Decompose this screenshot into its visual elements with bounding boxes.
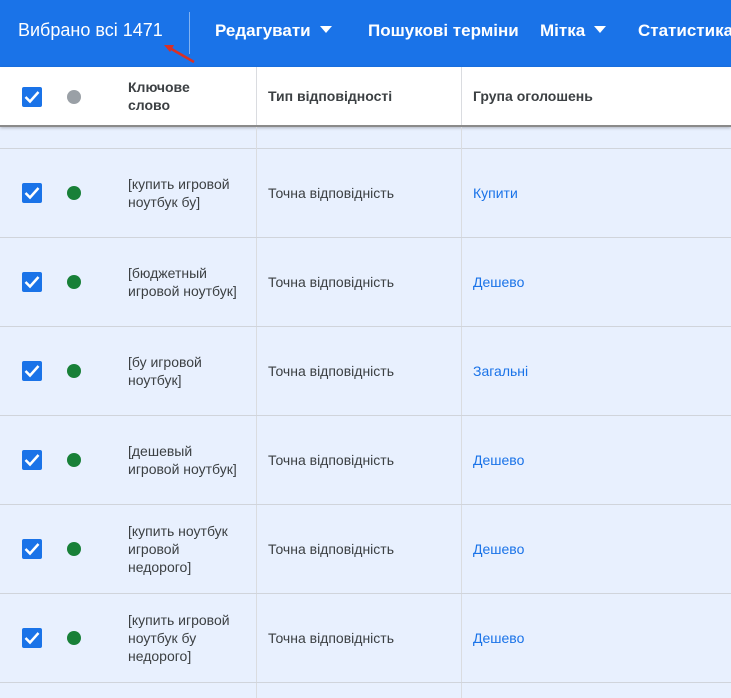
table-row[interactable]: [купить игровой ноутбук бу] Точна відпові… [0, 149, 731, 238]
keyword-text: [купить ноутбук игровой недорого] [128, 523, 228, 575]
row-checkbox[interactable] [22, 183, 42, 203]
keyword-text: [купить игровой ноутбук бу недорого] [128, 612, 230, 664]
ad-group-link[interactable]: Дешево [473, 541, 524, 557]
status-enabled-dot [67, 631, 81, 645]
row-checkbox[interactable] [22, 272, 42, 292]
row-checkbox[interactable] [22, 628, 42, 648]
toolbar-divider [189, 12, 190, 54]
match-type-text: Точна відповідність [268, 274, 394, 290]
checkmark-icon [24, 454, 40, 467]
label-menu-button[interactable]: Мітка [540, 21, 607, 41]
checkmark-icon [24, 187, 40, 200]
select-all-checkbox[interactable] [22, 87, 42, 107]
edit-menu-button[interactable]: Редагувати [215, 21, 332, 41]
table-row[interactable]: [бу игровой ноутбук] Точна відповідність З… [0, 327, 731, 416]
match-type-text: Точна відповідність [268, 363, 394, 379]
table-header: Ключове слово Тип відповідності Група ог… [0, 67, 731, 127]
keyword-text: [дешевый игровой ноутбук] [128, 443, 237, 477]
checkmark-icon [24, 276, 40, 289]
keyword-text: [бу игровой ноутбук] [128, 354, 202, 388]
statistics-button[interactable]: Статистика [638, 21, 731, 41]
search-terms-label: Пошукові терміни [368, 21, 519, 40]
status-enabled-dot [67, 542, 81, 556]
table-row[interactable]: [купить игровой ноутбук бу недорого] Точн… [0, 594, 731, 683]
status-enabled-dot [67, 364, 81, 378]
chevron-down-icon [594, 26, 607, 34]
match-type-text: Точна відповідність [268, 541, 394, 557]
search-terms-button[interactable]: Пошукові терміни [368, 21, 519, 41]
keyword-text: [бюджетный игровой ноутбук] [128, 265, 237, 299]
status-header-dot [67, 90, 81, 104]
ad-group-link[interactable]: Дешево [473, 630, 524, 646]
match-type-column-header[interactable]: Тип відповідності [268, 87, 392, 105]
table-row-partial [0, 127, 731, 149]
checkmark-icon [24, 543, 40, 556]
selection-toolbar: Вибрано всі 1471 Редагувати Пошукові тер… [0, 0, 731, 67]
row-checkbox[interactable] [22, 539, 42, 559]
match-type-text: Точна відповідність [268, 630, 394, 646]
annotation-arrow-icon [164, 45, 195, 64]
table-row[interactable]: [бюджетный игровой ноутбук] Точна відпові… [0, 238, 731, 327]
ad-group-link[interactable]: Купити [473, 185, 518, 201]
ad-group-link[interactable]: Загальні [473, 363, 528, 379]
match-type-text: Точна відповідність [268, 185, 394, 201]
ad-group-column-header[interactable]: Група оголошень [473, 87, 593, 105]
checkmark-icon [24, 632, 40, 645]
status-enabled-dot [67, 453, 81, 467]
edit-menu-label: Редагувати [215, 21, 311, 40]
column-divider [461, 67, 462, 125]
row-checkbox[interactable] [22, 361, 42, 381]
status-enabled-dot [67, 275, 81, 289]
table-row[interactable]: [купить ноутбук игровой недорого] Точна в… [0, 505, 731, 594]
keyword-column-header[interactable]: Ключове слово [128, 78, 228, 114]
row-checkbox[interactable] [22, 450, 42, 470]
ad-group-link[interactable]: Дешево [473, 452, 524, 468]
keyword-text: [купить игровой ноутбук бу] [128, 176, 230, 210]
table-row[interactable]: [дешевый игровой ноутбук] Точна відповідн… [0, 416, 731, 505]
statistics-label: Статистика [638, 21, 731, 40]
column-divider [256, 67, 257, 125]
status-enabled-dot [67, 186, 81, 200]
selection-count: Вибрано всі 1471 [18, 20, 163, 40]
checkmark-icon [24, 365, 40, 378]
keywords-table: [купить игровой ноутбук бу] Точна відпові… [0, 127, 731, 698]
chevron-down-icon [319, 26, 332, 34]
match-type-text: Точна відповідність [268, 452, 394, 468]
ad-group-link[interactable]: Дешево [473, 274, 524, 290]
checkmark-icon [24, 91, 40, 104]
label-menu-label: Мітка [540, 21, 586, 40]
